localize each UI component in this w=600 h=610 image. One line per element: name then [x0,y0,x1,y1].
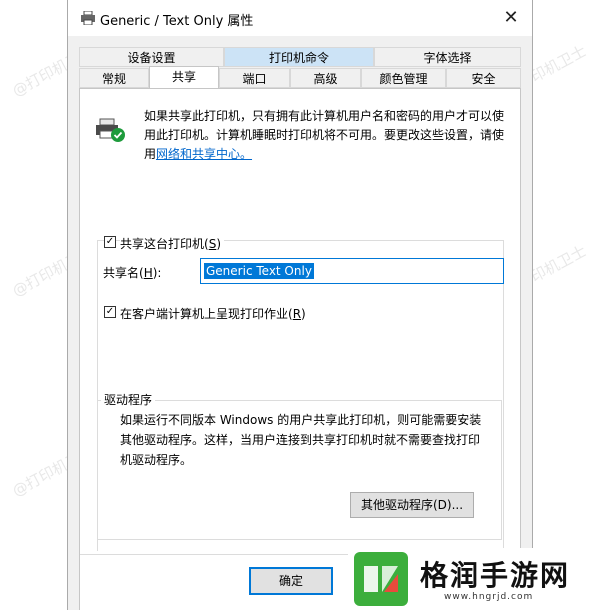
title-bar: Generic / Text Only 属性 ✕ [68,0,532,36]
sharing-panel: 如果共享此打印机，只有拥有此计算机用户名和密码的用户才可以使用此打印机。计算机睡… [79,88,521,610]
tab-general[interactable]: 常规 [79,68,149,88]
printer-properties-dialog: Generic / Text Only 属性 ✕ 设备设置 打印机命令 字体选择… [67,0,533,610]
share-printer-checkbox[interactable]: ✓ [104,236,116,248]
share-name-input[interactable]: Generic Text Only [200,258,504,284]
tab-color-management[interactable]: 颜色管理 [361,68,446,88]
tab-sharing[interactable]: 共享 [149,66,219,88]
logo-icon [354,552,408,606]
tab-device-settings[interactable]: 设备设置 [79,47,224,67]
printer-icon [81,11,95,25]
share-name-label: 共享名(H): [103,266,162,280]
site-logo: 格润手游网 www.hngrjd.com [348,548,600,610]
additional-drivers-button[interactable]: 其他驱动程序(D)... [350,492,474,518]
window-title: Generic / Text Only 属性 [100,14,254,29]
tab-advanced[interactable]: 高级 [290,68,361,88]
sharing-description: 如果共享此打印机，只有拥有此计算机用户名和密码的用户才可以使用此打印机。计算机睡… [144,107,514,164]
drivers-group-title: 驱动程序 [101,391,156,408]
tab-ports[interactable]: 端口 [219,68,290,88]
share-name-value: Generic Text Only [204,263,314,279]
drivers-description: 如果运行不同版本 Windows 的用户共享此打印机，则可能需要安装其他驱动程序… [120,413,482,467]
render-jobs-checkbox[interactable]: ✓ [104,306,116,318]
render-jobs-label: 在客户端计算机上呈现打印作业(R) [120,307,306,321]
logo-name: 格润手游网 [420,559,571,592]
logo-url: www.hngrjd.com [444,592,534,602]
shared-printer-icon [96,118,125,142]
tab-security[interactable]: 安全 [446,68,521,88]
ok-button[interactable]: 确定 [249,567,333,595]
tab-printer-commands[interactable]: 打印机命令 [224,47,374,67]
share-printer-label: 共享这台打印机(S) [120,235,224,252]
tab-font-selection[interactable]: 字体选择 [374,47,521,67]
network-sharing-center-link[interactable]: 网络和共享中心。 [156,147,252,161]
close-icon[interactable]: ✕ [490,0,532,36]
